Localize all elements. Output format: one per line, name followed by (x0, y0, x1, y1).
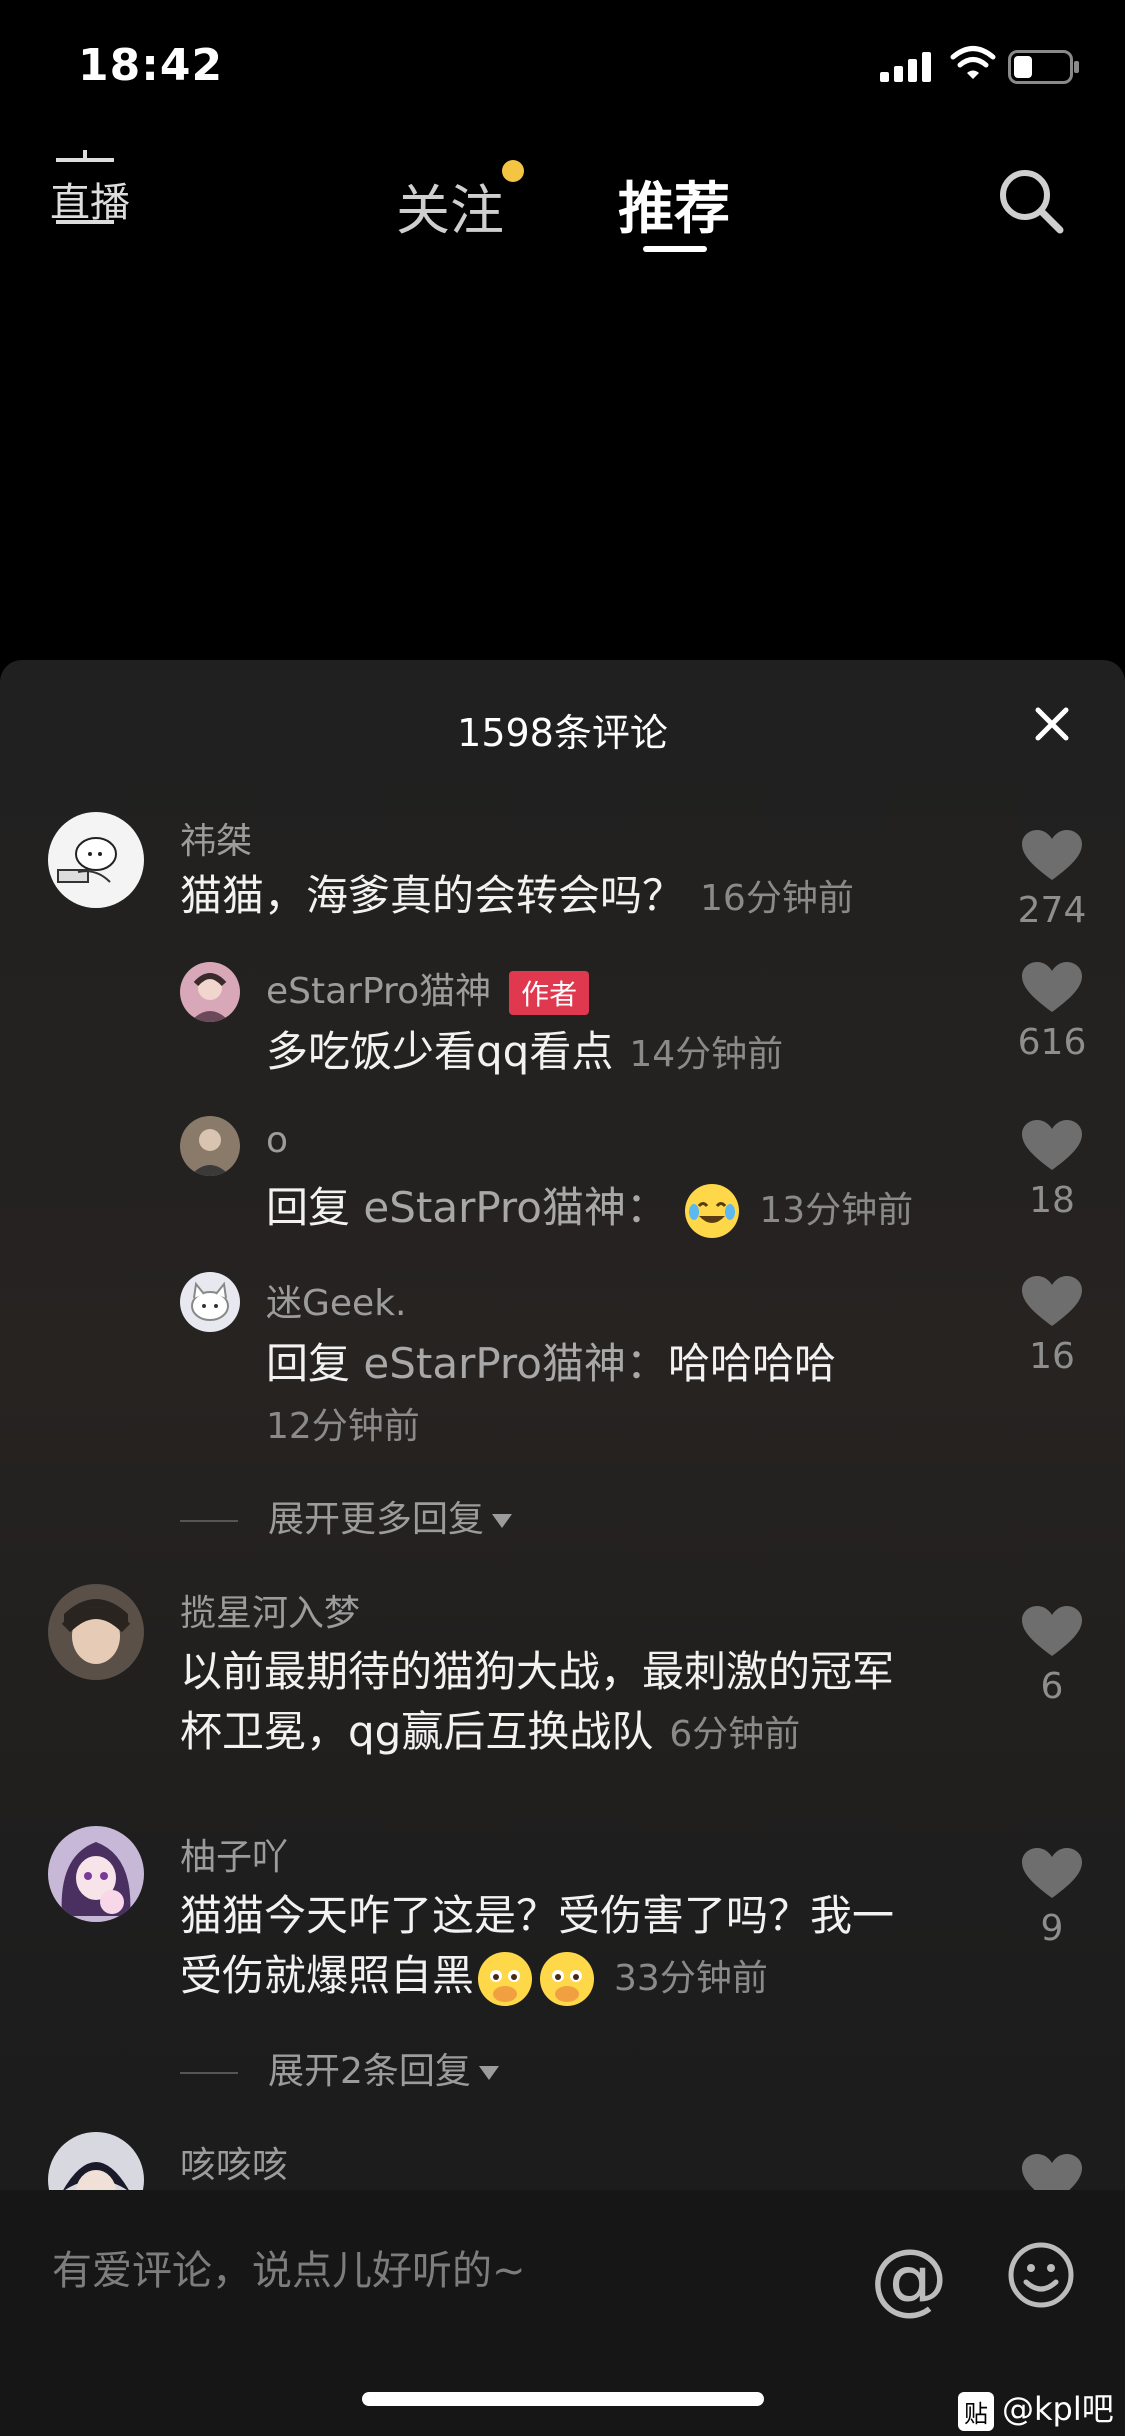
author-badge: 作者 (509, 971, 590, 1015)
avatar[interactable] (180, 1116, 240, 1176)
close-icon[interactable] (1030, 702, 1074, 746)
reply-text[interactable]: 多吃饭少看qq看点 14分钟前 (266, 1022, 783, 1085)
comment-username[interactable]: 祎桀 (180, 812, 252, 864)
watermark-text: @kpl吧 (1002, 2390, 1114, 2428)
reply-time: 12分钟前 (266, 1406, 420, 1447)
reply-time: 13分钟前 (759, 1190, 914, 1231)
tab-recommend[interactable]: 推荐 (618, 164, 730, 245)
tab-follow[interactable]: 关注 (396, 166, 504, 245)
comment-text[interactable]: 猫猫今天咋了这是？受伤害了吗？我一 受伤就爆照自黑 33分钟前 (180, 1886, 894, 2009)
avatar-illustration (190, 973, 230, 1022)
comment-body: 杯卫冕，qg赢后互换战队 (180, 1707, 654, 1756)
comment-body: 受伤就爆照自黑 (180, 1951, 475, 2000)
home-indicator (362, 2392, 764, 2406)
battery-icon (1008, 50, 1079, 84)
status-time: 18:42 (78, 40, 224, 91)
like-button[interactable]: 16 (1007, 1276, 1097, 1377)
reply-body: 多吃饭少看qq看点 (266, 1027, 614, 1076)
avatar[interactable] (48, 1826, 144, 1922)
comment-text[interactable]: 猫猫，海爹真的会转会吗？ 16分钟前 (180, 866, 854, 929)
comment-body-line: 以前最期待的猫狗大战，最刺激的冠军 (180, 1647, 895, 1696)
like-count: 274 (1017, 890, 1087, 931)
avatar-illustration (190, 1129, 230, 1176)
comment-text[interactable]: 以前最期待的猫狗大战，最刺激的冠军 杯卫冕，qg赢后互换战队 6分钟前 (180, 1642, 894, 1765)
reply-time-line: 12分钟前 (266, 1394, 420, 1457)
active-tab-indicator (643, 246, 707, 252)
avatar-illustration (191, 1281, 229, 1321)
avatar[interactable] (48, 812, 144, 908)
reply-username[interactable]: eStarPro猫神 作者 (266, 962, 590, 1015)
like-count: 6 (1040, 1666, 1064, 1707)
reply-username[interactable]: o (266, 1120, 288, 1161)
like-button[interactable]: 9 (1007, 1848, 1097, 1949)
heart-icon (1022, 830, 1082, 880)
like-button[interactable]: 18 (1007, 1120, 1097, 1221)
reply-username[interactable]: 迷Geek. (266, 1274, 407, 1326)
expand-replies-button[interactable]: 展开2条回复 (180, 2042, 499, 2094)
notification-dot (502, 160, 524, 182)
heart-icon (1022, 962, 1082, 1012)
like-button[interactable]: 274 (1007, 830, 1097, 931)
reply-text[interactable]: 回复 eStarPro猫神： 13分钟前 (266, 1178, 913, 1241)
reply-time: 14分钟前 (629, 1034, 784, 1075)
pleading-emoji-icon (478, 1951, 533, 2006)
comment-username[interactable]: 揽星河入梦 (180, 1584, 360, 1636)
avatar-illustration (57, 837, 117, 883)
divider-line (180, 2072, 238, 2074)
chevron-down-icon (492, 1514, 513, 1528)
comment-input[interactable] (50, 2240, 834, 2302)
heart-icon (1022, 1606, 1082, 1656)
expand-label: 展开2条回复 (268, 2051, 471, 2092)
comment-body-line: 杯卫冕，qg赢后互换战队 6分钟前 (180, 1702, 894, 1765)
heart-icon (1022, 1276, 1082, 1326)
avatar-illustration (61, 1599, 131, 1664)
comment-time: 16分钟前 (700, 878, 854, 919)
comment-body: 猫猫，海爹真的会转会吗？ (180, 871, 685, 920)
comment-time: 33分钟前 (614, 1958, 768, 1999)
at-mention-icon[interactable]: @ (870, 2234, 948, 2324)
live-label[interactable]: 直播 (50, 170, 130, 228)
pleading-emoji-icon (540, 1951, 595, 2006)
reply-target-user[interactable]: eStarPro猫神： (363, 1339, 668, 1388)
like-button[interactable]: 6 (1007, 1606, 1097, 1707)
comment-time: 6分钟前 (669, 1714, 801, 1755)
like-button[interactable]: 616 (1007, 962, 1097, 1063)
avatar-illustration (61, 1842, 131, 1916)
comment-username[interactable]: 柚子吖 (180, 1828, 288, 1880)
comment-body-line: 猫猫今天咋了这是？受伤害了吗？我一 (180, 1891, 895, 1940)
like-count: 16 (1029, 1336, 1075, 1377)
reply-target-user[interactable]: eStarPro猫神： (363, 1183, 668, 1232)
expand-label: 展开更多回复 (268, 1499, 485, 1540)
search-icon[interactable] (996, 166, 1066, 236)
comment-body-line: 受伤就爆照自黑 33分钟前 (180, 1946, 894, 2009)
divider-line (180, 1520, 238, 1522)
wifi-icon (950, 46, 996, 79)
chevron-down-icon (478, 2066, 499, 2080)
comment-username[interactable]: 咳咳咳 (180, 2136, 288, 2188)
avatar[interactable] (180, 962, 240, 1022)
tieba-badge: 贴 (958, 2391, 994, 2431)
comment-sheet: 1598条评论 祎桀 猫猫，海爹真的会转会吗？ 16分钟前 274 eStarPr… (0, 660, 1125, 2436)
reply-prefix: 回复 (266, 1339, 351, 1388)
reply-body: 哈哈哈哈 (667, 1339, 836, 1388)
expand-more-replies-button[interactable]: 展开更多回复 (180, 1490, 513, 1542)
like-count: 616 (1017, 1022, 1087, 1063)
cellular-signal-icon (880, 52, 931, 82)
like-count: 9 (1040, 1908, 1064, 1949)
comment-count-title: 1598条评论 (457, 711, 668, 755)
avatar[interactable] (48, 1584, 144, 1680)
reply-text[interactable]: 回复 eStarPro猫神：哈哈哈哈 (266, 1334, 836, 1394)
avatar[interactable] (180, 1272, 240, 1332)
watermark: 贴 @kpl吧 (958, 2384, 1114, 2431)
laughing-crying-emoji-icon (685, 1183, 740, 1238)
reply-prefix: 回复 (266, 1183, 351, 1232)
heart-icon (1022, 1120, 1082, 1170)
emoji-icon[interactable] (1006, 2240, 1076, 2310)
reply-username-text: eStarPro猫神 (266, 971, 492, 1012)
heart-icon (1022, 1848, 1082, 1898)
like-count: 18 (1029, 1180, 1075, 1221)
